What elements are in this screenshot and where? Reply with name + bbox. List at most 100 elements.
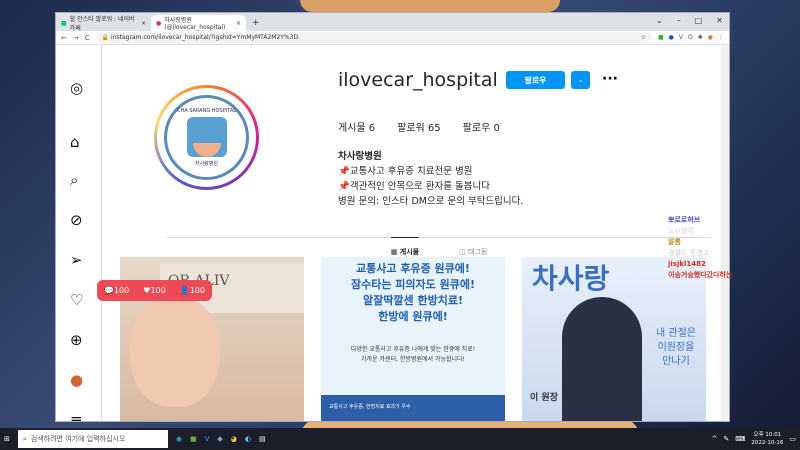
activity-notification[interactable]: 💬100 ♥100 👤100 xyxy=(97,280,212,301)
close-icon[interactable]: × xyxy=(141,20,146,27)
windows-start-icon[interactable]: ⊞ xyxy=(4,435,10,443)
profile-username: ilovecar_hospital xyxy=(338,69,498,91)
explore-icon[interactable]: ⊘ xyxy=(70,211,83,229)
tab-bar: ■ 힐 인스타 팔로워 : 네이버 카페 × ● 차사랑병원(@ilovecar_ho… xyxy=(56,13,729,32)
instagram-logo-icon[interactable]: ◎ xyxy=(70,79,83,97)
profile-page: CHA SARANG HOSPITAL 차사랑병원 ilovecar_hospit… xyxy=(102,45,729,421)
followers-count[interactable]: 팔로워 65 xyxy=(397,119,441,134)
vscode-icon[interactable]: V xyxy=(205,435,210,443)
tab-tagged[interactable]: ◫ 태그됨 xyxy=(459,238,487,257)
extension-icon[interactable]: O xyxy=(688,34,693,41)
post-subtext: 내 관절은 이원장을 만나기 xyxy=(656,328,696,367)
comments-count: 100 xyxy=(113,286,130,295)
app-icon[interactable]: ◆ xyxy=(217,435,222,443)
comment-icon: 💬 xyxy=(104,286,114,295)
bio-line: 📌교통사고 후유증 치료전문 병원 xyxy=(338,166,473,177)
taskbar-search-input[interactable]: ⌕ 검색하려면 여기에 입력하십시오 xyxy=(17,430,168,448)
edge-icon[interactable]: ◉ xyxy=(176,435,182,443)
post-band: 교통사고 후유증, 한방치료 효과가 우수 xyxy=(321,395,505,421)
close-window-button[interactable]: ✕ xyxy=(716,16,723,25)
profile-bio: 차사랑병원 📌교통사고 후유증 치료전문 병원 📌객관적인 안목으로 환자를 돌… xyxy=(338,149,523,209)
steam-icon[interactable]: ◐ xyxy=(245,435,251,443)
new-tab-button[interactable]: + xyxy=(246,18,266,31)
search-icon[interactable]: ⌕ xyxy=(70,171,78,189)
bio-line: 병원 문의: 인스타 DM으로 문의 부탁드립니다. xyxy=(338,196,524,207)
suggested-dropdown-button[interactable]: ⌄ xyxy=(571,71,590,89)
pen-icon[interactable]: ✎ xyxy=(723,435,729,443)
tab-label: 태그됨 xyxy=(467,248,488,256)
tab-naver-cafe[interactable]: ■ 힐 인스타 팔로워 : 네이버 카페 × xyxy=(56,15,151,32)
chat-user: 알롱 xyxy=(668,238,681,246)
post-headline: 교통사고 후유증 원큐에! 잠수타는 피의자도 원큐에! 알잘딱깔센 한방치료!… xyxy=(351,262,475,323)
clock[interactable]: 오후 10:01 2022-10-16 xyxy=(751,431,783,447)
logo-face-graphic xyxy=(186,117,227,157)
follows-count: 100 xyxy=(189,286,205,295)
post-thumbnail[interactable]: 교통사고 후유증 원큐에! 잠수타는 피의자도 원큐에! 알잘딱깔센 한방치료!… xyxy=(321,257,505,421)
tab-label: 게시물 xyxy=(399,248,420,256)
user-icon: 👤 xyxy=(179,286,190,295)
extension-icon[interactable]: ■ xyxy=(658,34,664,41)
home-icon[interactable]: ⌂ xyxy=(70,133,80,151)
tab-search-button[interactable]: ⌄ xyxy=(656,16,663,25)
following-count[interactable]: 팔로우 0 xyxy=(463,119,500,134)
chat-message: 이숭거숭했다갔다하는 xyxy=(668,271,733,279)
back-icon[interactable]: ← xyxy=(61,34,67,42)
likes-count: 100 xyxy=(150,286,166,295)
posts-count: 게시물 6 xyxy=(338,123,376,134)
date: 2022-10-16 xyxy=(751,440,784,446)
chrome-icon[interactable]: ◕ xyxy=(231,435,237,443)
bio-line: 📌객관적인 안목으로 환자를 돌봅니다 xyxy=(338,181,490,192)
logo-subtext: 차사랑병원 xyxy=(194,161,218,167)
time: 오후 10:01 xyxy=(753,432,782,438)
tab-label: 차사랑병원(@ilovecar_hospital) xyxy=(164,17,226,31)
heart-icon[interactable]: ♡ xyxy=(70,291,83,309)
chat-user: 뽀로로허브 xyxy=(668,216,701,224)
tray-chevron-icon[interactable]: ^ xyxy=(712,435,718,443)
hospital-logo: CHA SARANG HOSPITAL 차사랑병원 xyxy=(164,95,249,180)
messages-icon[interactable]: ➢ xyxy=(70,251,83,269)
chat-message: 경찰도 웃겠고 xyxy=(668,249,710,257)
tab-posts[interactable]: ▦ 게시물 xyxy=(390,237,420,257)
post-thumbnail[interactable]: 차사랑 내 관절은 이원장을 만나기 이 원장 xyxy=(522,257,706,421)
chat-message: 뇨ㅇ뎡각 xyxy=(668,227,694,235)
instagram-sidebar: ◎ ⌂ ⌕ ⊘ ➢ ♡ ⊕ ● ≡ xyxy=(56,45,102,421)
notification-icon[interactable]: ▭ xyxy=(789,435,796,443)
profile-avatar[interactable]: ● xyxy=(70,371,83,389)
instagram-icon: ● xyxy=(156,19,162,27)
chat-user: jisjkl1482 xyxy=(668,260,706,268)
app-icon[interactable]: ▤ xyxy=(259,435,266,443)
follow-button[interactable]: 팔로우 xyxy=(506,71,565,89)
extension-icon[interactable]: V xyxy=(679,34,683,41)
puzzle-icon[interactable]: ✱ xyxy=(698,34,703,41)
logo-text: CHA SARANG HOSPITAL xyxy=(176,108,237,114)
address-bar-row: ← → C 🔒 instagram.com/ilovecar_hospital/?i… xyxy=(56,31,729,45)
more-options-icon[interactable]: ··· xyxy=(602,71,618,87)
menu-icon[interactable]: ⋮ xyxy=(718,34,724,41)
taskbar: ⊞ ⌕ 검색하려면 여기에 입력하십시오 ◉ ■ V ◆ ◕ ◐ ▤ ^ ✎ ⌨ … xyxy=(0,428,800,450)
cafe-icon: ■ xyxy=(61,19,67,27)
profile-avatar[interactable]: CHA SARANG HOSPITAL 차사랑병원 xyxy=(154,85,259,190)
extensions: ■ ● V O ✱ ● ⋮ xyxy=(658,34,724,41)
keyboard-icon[interactable]: ⌨ xyxy=(735,435,745,443)
url-text: instagram.com/ilovecar_hospital/?igshid=… xyxy=(111,34,299,41)
doctor-image xyxy=(562,297,642,421)
maximize-button[interactable]: □ xyxy=(695,16,703,25)
stream-chat-overlay: 뽀로로허브 뇨ㅇ뎡각 알롱 경찰도 웃겠고 jisjkl1482 이숭거숭했다갔… xyxy=(668,215,736,281)
url-input[interactable]: 🔒 instagram.com/ilovecar_hospital/?igshi… xyxy=(95,32,652,43)
close-icon[interactable]: × xyxy=(236,20,241,27)
star-icon[interactable]: ☆ xyxy=(641,34,646,41)
tab-instagram[interactable]: ● 차사랑병원(@ilovecar_hospital) × xyxy=(151,15,246,31)
search-placeholder: 검색하려면 여기에 입력하십시오 xyxy=(30,435,126,443)
minecraft-icon[interactable]: ■ xyxy=(190,435,197,443)
hamburger-menu-icon[interactable]: ≡ xyxy=(70,411,83,421)
tab-label: 힐 인스타 팔로워 : 네이버 카페 xyxy=(69,16,135,32)
create-icon[interactable]: ⊕ xyxy=(70,331,83,349)
extension-icon[interactable]: ● xyxy=(669,34,674,41)
post-subtext: 다양한 교통사고 후유증 나에게 맞는 한큐에 치료! 가까운 카센터, 한방병… xyxy=(350,346,476,363)
profile-stats: 게시물 6 팔로워 65 팔로우 0 xyxy=(338,119,500,134)
forward-icon[interactable]: → xyxy=(73,34,79,42)
browser-window: ■ 힐 인스타 팔로워 : 네이버 카페 × ● 차사랑병원(@ilovecar_ho… xyxy=(55,12,730,422)
reload-icon[interactable]: C xyxy=(85,34,90,42)
minimize-button[interactable]: – xyxy=(677,16,681,25)
profile-avatar[interactable]: ● xyxy=(708,34,713,41)
